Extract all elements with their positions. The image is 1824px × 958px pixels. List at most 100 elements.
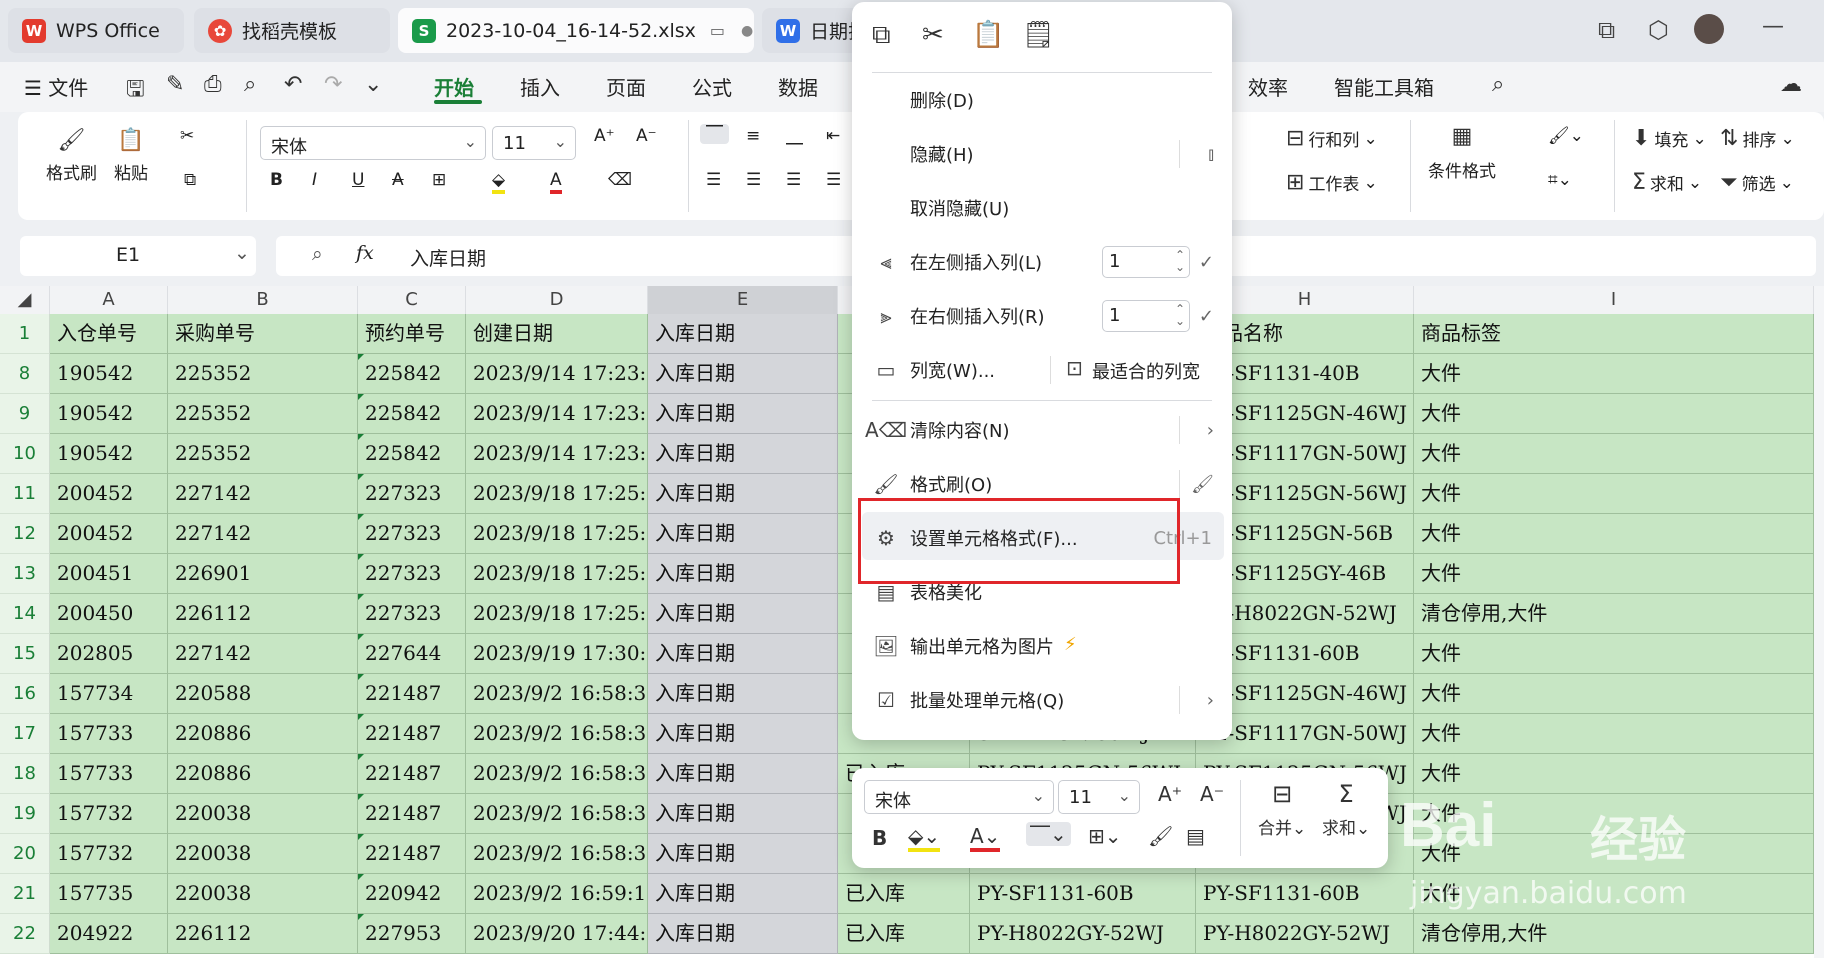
cell-style-icon[interactable]: 🖌⌄: [1548, 126, 1584, 146]
table-cell[interactable]: 225842: [358, 354, 466, 394]
insert-right-count-input[interactable]: 1 ⌃ ⌄: [1102, 300, 1190, 332]
table-cell[interactable]: 入库日期: [648, 474, 838, 514]
table-cell[interactable]: 已入库: [838, 874, 970, 914]
table-cell[interactable]: 227323: [358, 554, 466, 594]
border-icon[interactable]: ⊞⌄: [1088, 824, 1122, 848]
menu-hide[interactable]: 隐藏(H) ⫾: [852, 130, 1232, 178]
header-cell[interactable]: 商品标签: [1414, 314, 1814, 354]
row-header[interactable]: 15: [0, 634, 50, 674]
table-cell[interactable]: 2023/9/14 17:23:29: [466, 394, 648, 434]
search-icon[interactable]: ⌕: [1492, 72, 1504, 97]
column-header-c[interactable]: C: [358, 286, 466, 314]
table-cell[interactable]: 157732: [50, 834, 168, 874]
menu-insert-right[interactable]: ⫸ 在右侧插入列(R) 1 ⌃ ⌄ ✓: [852, 292, 1232, 340]
increase-font-icon[interactable]: A⁺: [1158, 782, 1182, 806]
table-cell[interactable]: 入库日期: [648, 714, 838, 754]
table-cell[interactable]: 入库日期: [648, 794, 838, 834]
table-cell[interactable]: 已入库: [838, 914, 970, 954]
cut-icon[interactable]: ✂: [922, 20, 944, 50]
table-cell[interactable]: 157733: [50, 754, 168, 794]
menu-page[interactable]: 页面: [606, 72, 646, 101]
tab-wps-office[interactable]: W WPS Office: [8, 8, 184, 53]
table-cell[interactable]: 220038: [168, 834, 358, 874]
row-header[interactable]: 18: [0, 754, 50, 794]
mini-font-name-select[interactable]: 宋体 ⌄: [864, 780, 1054, 814]
increase-font-icon[interactable]: A⁺: [594, 126, 615, 146]
chevron-down-icon[interactable]: ⌄: [364, 72, 382, 97]
header-cell[interactable]: 入仓单号: [50, 314, 168, 354]
tab-template[interactable]: ✿ 找稻壳模板: [194, 8, 390, 53]
copy-icon[interactable]: ⧉: [184, 170, 196, 190]
table-cell[interactable]: 225842: [358, 394, 466, 434]
menu-unhide[interactable]: 取消隐藏(U): [852, 184, 1232, 232]
table-cell[interactable]: 200450: [50, 594, 168, 634]
bold-icon[interactable]: B: [872, 826, 887, 850]
menu-insert-left[interactable]: ⫷ 在左侧插入列(L) 1 ⌃ ⌄ ✓: [852, 238, 1232, 286]
menu-column-width[interactable]: ▭ 列宽(W)... ⊡ 最适合的列宽: [852, 346, 1232, 394]
table-cell[interactable]: PY-SF1131-60B: [1196, 874, 1414, 914]
row-header[interactable]: 1: [0, 314, 50, 354]
menu-home[interactable]: 开始: [434, 72, 474, 101]
unsaved-dot-icon[interactable]: ●: [741, 23, 753, 39]
row-header[interactable]: 8: [0, 354, 50, 394]
justify-icon[interactable]: ☰: [826, 170, 841, 190]
table-cell[interactable]: 220942: [358, 874, 466, 914]
stepper-icon[interactable]: ⌃ ⌄: [1175, 303, 1185, 327]
fill-button[interactable]: ⬇ 填充 ⌄: [1632, 126, 1707, 151]
table-cell[interactable]: 227953: [358, 914, 466, 954]
table-cell[interactable]: 2023/9/18 17:25:11: [466, 554, 648, 594]
strikethrough-icon[interactable]: A: [392, 170, 404, 190]
cloud-chat-icon[interactable]: ☁: [1780, 72, 1802, 97]
row-header[interactable]: 19: [0, 794, 50, 834]
table-cell[interactable]: 220886: [168, 754, 358, 794]
decrease-font-icon[interactable]: A⁻: [1200, 782, 1224, 806]
insert-left-count-input[interactable]: 1 ⌃ ⌄: [1102, 246, 1190, 278]
table-cell[interactable]: 清仓停用,大件: [1414, 594, 1814, 634]
table-cell[interactable]: 221487: [358, 714, 466, 754]
menu-clear-content[interactable]: A⌫ 清除内容(N) ›: [852, 406, 1232, 454]
table-cell[interactable]: 入库日期: [648, 594, 838, 634]
chevron-right-icon[interactable]: ›: [1207, 690, 1214, 711]
table-cell[interactable]: 大件: [1414, 674, 1814, 714]
table-cell[interactable]: 225352: [168, 394, 358, 434]
avatar[interactable]: [1694, 14, 1724, 44]
table-cell[interactable]: 227142: [168, 634, 358, 674]
sort-button[interactable]: ⇅ 排序 ⌄: [1720, 126, 1795, 151]
layout-icon[interactable]: ⧉: [1598, 16, 1615, 44]
table-cell[interactable]: 220038: [168, 794, 358, 834]
table-cell[interactable]: 大件: [1414, 514, 1814, 554]
table-cell[interactable]: 226112: [168, 594, 358, 634]
menu-data[interactable]: 数据: [778, 72, 818, 101]
table-cell[interactable]: 200452: [50, 474, 168, 514]
table-cell[interactable]: 入库日期: [648, 834, 838, 874]
bold-icon[interactable]: B: [270, 170, 283, 190]
row-header[interactable]: 16: [0, 674, 50, 714]
print-icon[interactable]: ⎙: [204, 72, 222, 97]
border-icon[interactable]: ⊞: [432, 170, 446, 190]
table-cell[interactable]: 221487: [358, 754, 466, 794]
align-bottom-icon[interactable]: ⎽: [786, 126, 803, 146]
table-cell[interactable]: 大件: [1414, 634, 1814, 674]
menu-smart-toolbox[interactable]: 智能工具箱: [1334, 72, 1434, 101]
stepper-icon[interactable]: ⌃ ⌄: [1175, 249, 1185, 273]
table-cell[interactable]: 大件: [1414, 474, 1814, 514]
table-cell[interactable]: 227142: [168, 514, 358, 554]
table-cell[interactable]: 226112: [168, 914, 358, 954]
table-cell[interactable]: PY-H8022GY-52WJ: [1196, 914, 1414, 954]
chevron-down-icon[interactable]: ⌄: [234, 242, 250, 264]
print-preview-icon[interactable]: ⌕: [244, 72, 256, 97]
table-cell[interactable]: 入库日期: [648, 514, 838, 554]
paste-icon[interactable]: 📋: [972, 20, 1004, 50]
font-color-icon[interactable]: A: [550, 170, 562, 194]
indent-icon[interactable]: ⇤: [826, 126, 840, 146]
fill-color-icon[interactable]: ⬙⌄: [908, 824, 941, 852]
table-cell[interactable]: 157733: [50, 714, 168, 754]
table-cell[interactable]: 入库日期: [648, 354, 838, 394]
table-cell[interactable]: 入库日期: [648, 634, 838, 674]
table-cell[interactable]: 2023/9/18 17:25:11: [466, 514, 648, 554]
table-cell[interactable]: 202805: [50, 634, 168, 674]
merge-button[interactable]: ⊟ 合并⌄: [1258, 780, 1306, 839]
table-cell[interactable]: 157734: [50, 674, 168, 714]
table-cell[interactable]: 入库日期: [648, 914, 838, 954]
table-cell[interactable]: 2023/9/2 16:58:36: [466, 794, 648, 834]
